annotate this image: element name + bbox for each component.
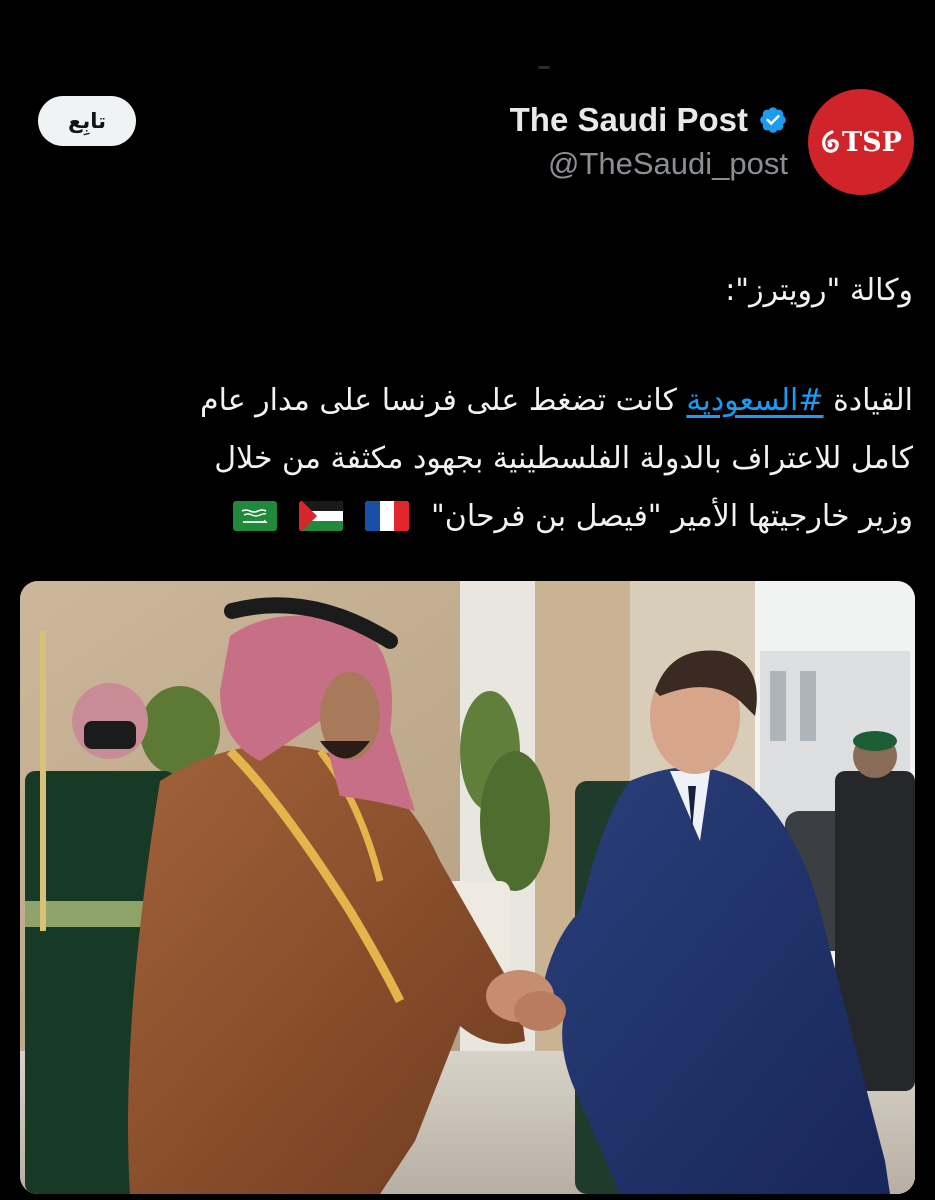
- palestine-flag-icon: [299, 501, 343, 531]
- tweet-text: وكالة "رويترز": القيادة #السعودية كانت ت…: [30, 262, 913, 546]
- account-display-name[interactable]: The Saudi Post: [510, 101, 748, 139]
- photo-handshake: [20, 581, 915, 1194]
- tweet-line-2-start: القيادة: [823, 383, 913, 418]
- tweet-photo[interactable]: [20, 581, 915, 1194]
- tweet-line-3: كامل للاعتراف بالدولة الفلسطينية بجهود م…: [214, 441, 913, 476]
- tweet-line-2-end: كانت تضغط على فرنسا على مدار عام: [200, 383, 687, 418]
- flag-emojis: [233, 501, 409, 531]
- tweet-line-4: وزير خارجيتها الأمير "فيصل بن فرحان": [30, 488, 913, 546]
- avatar-text: TSP: [842, 126, 902, 158]
- account-handle[interactable]: @TheSaudi_post: [548, 146, 788, 182]
- france-flag-icon: [365, 501, 409, 531]
- follow-button[interactable]: تابِع: [38, 96, 136, 146]
- avatar[interactable]: TSP: [808, 89, 914, 195]
- saudi-flag-icon: [233, 501, 277, 531]
- tweet-line-2: القيادة #السعودية كانت تضغط على فرنسا عل…: [30, 372, 913, 430]
- tweet-line-1: وكالة "رويترز":: [725, 273, 913, 308]
- verified-badge-icon: [760, 107, 786, 133]
- account-name-row[interactable]: The Saudi Post: [510, 100, 788, 140]
- tweet-line-4-text: وزير خارجيتها الأمير "فيصل بن فرحان": [431, 499, 913, 534]
- avatar-logo: TSP: [820, 127, 902, 158]
- hashtag-link[interactable]: #السعودية: [686, 383, 823, 418]
- status-indicator: [538, 66, 550, 69]
- swirl-logo-icon: [822, 130, 839, 153]
